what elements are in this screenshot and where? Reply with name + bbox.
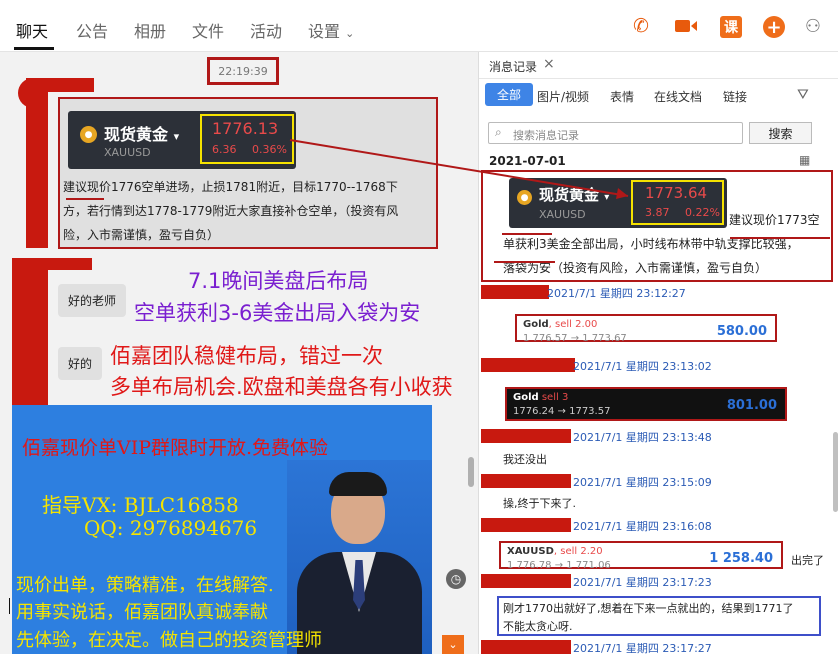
tab-activity[interactable]: 活动 — [250, 18, 282, 42]
reply-bubble-1: 好的老师 — [58, 284, 127, 317]
reply-bubble-2: 好的 — [58, 347, 103, 380]
promo-line-6: 先体验，在决定。做自己的投资管理师 — [16, 630, 322, 651]
gold-coin-icon: ● — [80, 126, 97, 143]
plus-icon[interactable]: + — [763, 16, 785, 38]
tab-chat[interactable]: 聊天 — [16, 18, 48, 42]
message-time: 2021/7/1 星期四 23:16:08 — [573, 520, 712, 533]
redacted-sender — [481, 285, 549, 299]
history-scrollbar[interactable] — [833, 432, 838, 512]
search-placeholder: 搜索消息记录 — [513, 129, 579, 142]
message-time: 2021/7/1 星期四 23:12:27 — [547, 287, 686, 300]
filter-icon[interactable]: ⛛ — [797, 87, 809, 103]
overlay-caption-1: 7.1晚间美盘后布局 — [188, 269, 369, 293]
chat-scrollbar[interactable] — [468, 457, 474, 487]
calendar-icon[interactable]: ▦ — [799, 153, 810, 167]
history-date: 2021-07-01 — [489, 154, 566, 168]
quote-change: 3.87 — [645, 206, 670, 219]
quote-name: 现货黄金 ▾ — [539, 186, 610, 204]
chat-area: 22:19:39 ● 现货黄金 ▾ XAUUSD 1776.13 6.36 0.… — [0, 52, 476, 654]
gold-coin-icon: ● — [517, 190, 532, 205]
message-time: 2021/7/1 星期四 23:17:23 — [573, 576, 712, 589]
promo-qq: QQ: 2976894676 — [84, 516, 258, 540]
redaction-name — [44, 78, 94, 92]
clock-icon[interactable]: ◷ — [446, 569, 466, 589]
overlay-caption-3: 佰嘉团队稳健布局，错过一次 — [110, 344, 383, 368]
tab-files[interactable]: 文件 — [192, 18, 224, 42]
history-text-box: 刚才1770出就好了,想着在下来一点就出的，结果到1771了 不能太贪心呀. — [497, 596, 821, 636]
message-time: 2021/7/1 星期四 23:15:09 — [573, 476, 712, 489]
redacted-sender — [481, 474, 571, 488]
chevron-down-icon[interactable]: ⌄ — [442, 635, 464, 654]
app-window: 聊天 公告 相册 文件 活动 设置 ⌄ ✆ 课 + ⚇ 22:19:39 ● 现… — [0, 0, 838, 654]
search-icon: ⌕ — [495, 125, 502, 139]
message-timestamp: 22:19:39 — [207, 57, 279, 85]
quote-price: 1776.13 — [212, 119, 279, 138]
history-tab-emoji[interactable]: 表情 — [610, 88, 634, 105]
redacted-sender — [481, 518, 571, 532]
phone-icon[interactable]: ✆ — [628, 13, 654, 39]
history-message-quote: ● 现货黄金 ▾ XAUUSD 1773.64 3.87 0.22% 建议现价1… — [481, 170, 833, 282]
promo-headline: 佰嘉现价单VIP群限时开放.免费体验 — [22, 437, 329, 459]
overlay-caption-4: 多单布局机会.欧盘和美盘各有小收获 — [110, 375, 453, 399]
history-tab-all[interactable]: 全部 — [485, 83, 533, 106]
presenter-photo — [287, 460, 432, 654]
close-icon[interactable]: × — [543, 56, 555, 72]
redacted-sender — [481, 358, 575, 372]
quote-change-pct: 0.36% — [252, 143, 287, 156]
gold-quote-card[interactable]: ● 现货黄金 ▾ XAUUSD 1773.64 3.87 0.22% — [509, 178, 727, 228]
trade-card-xauusd[interactable]: XAUUSD, sell 2.20 1 776.78 → 1 771.06 1 … — [499, 541, 783, 571]
quote-price: 1773.64 — [645, 184, 708, 202]
history-tab-docs[interactable]: 在线文档 — [654, 88, 702, 105]
top-bar: 聊天 公告 相册 文件 活动 设置 ⌄ ✆ 课 + ⚇ — [0, 0, 838, 52]
history-line-2: 落袋为安（投资有风险，入市需谨慎，盈亏自负） — [503, 261, 768, 275]
video-icon[interactable] — [673, 13, 699, 39]
message-history-panel: 消息记录 × 全部 图片/视频 表情 在线文档 链接 ⛛ ⌕ 搜索消息记录 搜索… — [478, 52, 838, 654]
quote-change-pct: 0.22% — [685, 206, 720, 219]
course-icon[interactable]: 课 — [720, 16, 742, 38]
quote-change: 6.36 — [212, 143, 237, 156]
redaction-bar — [26, 78, 48, 248]
promo-vx: 指导VX: BJLC16858 — [42, 493, 239, 517]
promo-line-5: 用事实说话，佰嘉团队真诚奉献 — [16, 602, 268, 623]
chevron-down-icon: ⌄ — [345, 27, 355, 40]
gold-quote-card[interactable]: ● 现货黄金 ▾ XAUUSD 1776.13 6.36 0.36% — [68, 111, 296, 169]
history-text: 我还没出 — [503, 453, 547, 466]
tab-settings[interactable]: 设置 ⌄ — [308, 18, 354, 42]
redaction-bar-2 — [12, 258, 48, 408]
quote-name: 现货黄金 ▾ — [104, 125, 180, 144]
history-tab-media[interactable]: 图片/视频 — [537, 88, 589, 105]
divider — [479, 78, 838, 79]
tab-album[interactable]: 相册 — [134, 18, 166, 42]
panel-title: 消息记录 — [489, 60, 538, 74]
message-time: 2021/7/1 星期四 23:13:02 — [573, 360, 712, 373]
overlay-caption-2: 空单获利3-6美金出局入袋为安 — [134, 301, 421, 325]
history-line-1: 单获利3美金全部出局，小时线布林带中轨支撑比较强， — [503, 237, 799, 251]
redaction-name-2 — [12, 258, 92, 270]
redacted-sender — [481, 429, 571, 443]
history-text: 出完了 — [791, 554, 824, 567]
quote-code: XAUUSD — [539, 208, 586, 221]
search-button[interactable]: 搜索 — [749, 122, 812, 144]
history-text: 操,终于下来了. — [503, 497, 576, 510]
message-line-2: 方，若行情到达1778-1779附近大家直接补仓空单，（投资有风 — [63, 204, 399, 218]
history-side-text: 建议现价1773空 — [729, 213, 820, 227]
message-time: 2021/7/1 星期四 23:17:27 — [573, 642, 712, 654]
message-line-3: 险，入市需谨慎，盈亏自负） — [63, 228, 220, 242]
tab-announcement[interactable]: 公告 — [76, 18, 108, 42]
redacted-sender — [481, 574, 571, 588]
history-search-input[interactable]: ⌕ 搜索消息记录 — [488, 122, 743, 144]
promo-banner: 佰嘉现价单VIP群限时开放.免费体验 指导VX: BJLC16858 QQ: 2… — [12, 405, 432, 654]
group-icon[interactable]: ⚇ — [800, 13, 826, 39]
trade-card-gold-1[interactable]: Gold, sell 2.00 1 776.57 → 1 773.67 580.… — [515, 314, 777, 344]
promo-line-4: 现价出单，策略精准，在线解答. — [16, 575, 274, 596]
trade-card-gold-2[interactable]: Gold sell 3 1776.24 → 1773.57 801.00 — [505, 387, 787, 421]
history-tab-links[interactable]: 链接 — [723, 88, 747, 105]
message-time: 2021/7/1 星期四 23:13:48 — [573, 431, 712, 444]
message-bubble-quote: ● 现货黄金 ▾ XAUUSD 1776.13 6.36 0.36% 建议现价1… — [58, 97, 438, 249]
active-tab-indicator — [14, 47, 54, 50]
quote-code: XAUUSD — [104, 146, 151, 159]
text-cursor — [9, 598, 10, 614]
redacted-sender — [481, 640, 571, 654]
message-line-1: 建议现价1776空单进场，止损1781附近，目标1770--1768下 — [63, 180, 398, 194]
